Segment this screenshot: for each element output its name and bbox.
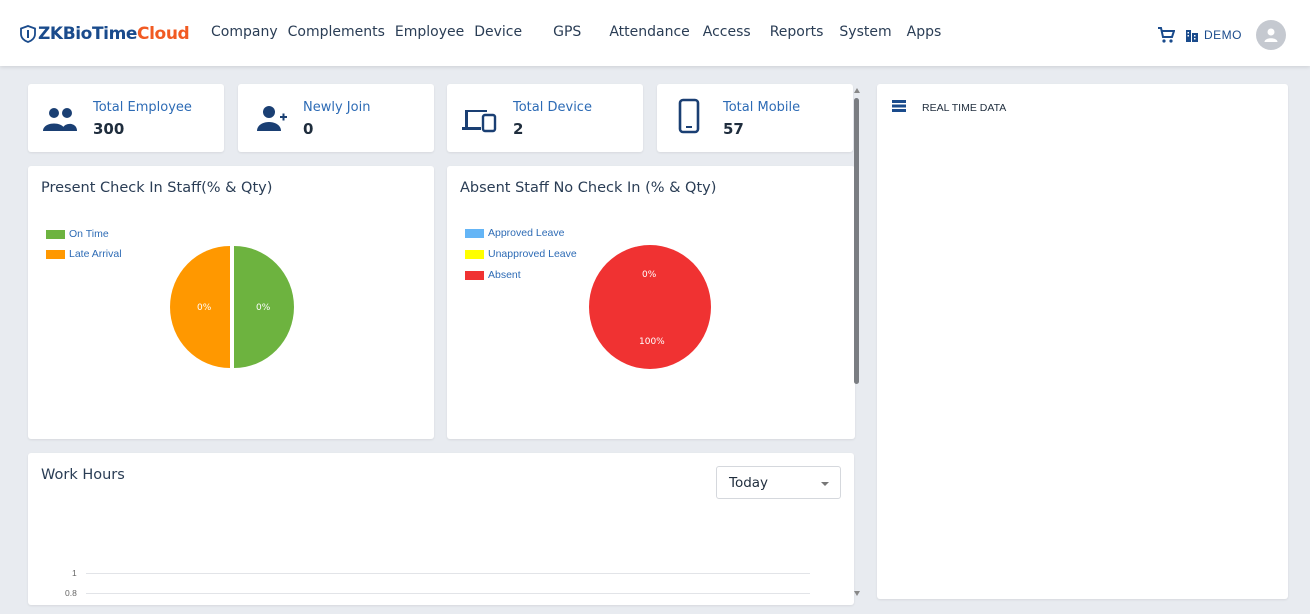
stat-value: 300 [93, 120, 125, 138]
legend-item-approved-leave[interactable]: Approved Leave [465, 227, 564, 239]
list-icon [892, 100, 906, 112]
legend-label: Absent [488, 269, 521, 281]
legend-label: On Time [69, 228, 109, 240]
panel-title: Present Check In Staff(% & Qty) [41, 180, 273, 196]
scrollbar-thumb[interactable] [854, 98, 859, 384]
scroll-down-icon[interactable] [854, 591, 860, 596]
legend-item-late-arrival[interactable]: Late Arrival [46, 248, 122, 260]
header-tools: DEMO [1157, 20, 1286, 50]
absent-staff-panel: Absent Staff No Check In (% & Qty) Appro… [447, 166, 855, 439]
legend-swatch [46, 249, 65, 259]
present-pie-chart: 0% 0% [170, 246, 294, 368]
stat-card-total-employee[interactable]: Total Employee 300 [28, 84, 224, 152]
nav-attendance[interactable]: Attendance [609, 24, 689, 40]
user-avatar-icon[interactable] [1256, 20, 1286, 50]
brand-name-1: ZKBio [38, 24, 92, 44]
nav-apps[interactable]: Apps [907, 24, 942, 40]
company-label[interactable]: DEMO [1204, 28, 1242, 42]
stat-label: Total Employee [93, 100, 192, 115]
nav-access[interactable]: Access [703, 24, 751, 40]
period-select[interactable]: Today [716, 466, 841, 499]
cart-icon[interactable] [1157, 26, 1175, 44]
content-scrollbar[interactable] [851, 84, 863, 600]
stat-label: Total Device [513, 100, 592, 115]
people-icon [43, 108, 77, 131]
stat-card-total-device[interactable]: Total Device 2 [447, 84, 643, 152]
shield-logo-icon [20, 25, 36, 43]
panel-title: REAL TIME DATA [922, 102, 1007, 114]
period-select-value: Today [729, 475, 769, 491]
absent-pie-chart: 0% 100% [589, 245, 711, 369]
stat-label: Newly Join [303, 100, 371, 115]
legend-swatch [465, 228, 484, 238]
stat-value: 57 [723, 120, 744, 138]
scroll-up-icon[interactable] [854, 88, 860, 93]
top-navbar: ZKBio Time Cloud Company Complements Emp… [0, 0, 1310, 66]
y-tick: 1 [72, 568, 77, 578]
devices-icon [462, 110, 497, 133]
legend-item-unapproved-leave[interactable]: Unapproved Leave [465, 248, 577, 260]
realtime-data-panel: REAL TIME DATA [877, 84, 1288, 599]
present-checkin-panel: Present Check In Staff(% & Qty) On Time … [28, 166, 434, 439]
stat-value: 0 [303, 120, 314, 138]
mobile-icon [678, 98, 700, 134]
pie-label-leave: 0% [642, 270, 657, 280]
building-icon[interactable] [1185, 28, 1199, 42]
legend-item-on-time[interactable]: On Time [46, 228, 109, 240]
nav-employee[interactable]: Employee [395, 24, 464, 40]
legend-swatch [465, 270, 484, 280]
brand-name-3: Cloud [137, 24, 190, 44]
pie-label-on-time: 0% [256, 303, 271, 313]
legend-label: Approved Leave [488, 227, 565, 239]
legend-swatch [465, 249, 484, 259]
pie-label-absent: 100% [639, 337, 665, 347]
legend-label: Unapproved Leave [488, 248, 577, 260]
legend-swatch [46, 229, 65, 239]
main-nav: Company Complements Employee Device GPS … [211, 24, 941, 40]
nav-company[interactable]: Company [211, 24, 278, 40]
panel-title: Absent Staff No Check In (% & Qty) [460, 180, 717, 196]
nav-system[interactable]: System [839, 24, 891, 40]
person-icon [1264, 28, 1278, 42]
pie-label-late-arrival: 0% [197, 303, 212, 313]
legend-item-absent[interactable]: Absent [465, 269, 521, 281]
y-tick: 0.8 [65, 588, 77, 598]
stat-label: Total Mobile [723, 100, 801, 115]
gridline [86, 573, 810, 574]
nav-gps[interactable]: GPS [553, 24, 581, 40]
pie-slice-absent[interactable] [589, 245, 711, 369]
brand-name-2: Time [91, 24, 138, 44]
brand-logo[interactable]: ZKBio Time Cloud [20, 22, 190, 46]
legend-label: Late Arrival [69, 248, 122, 260]
gridline [86, 593, 810, 594]
nav-device[interactable]: Device [474, 24, 522, 40]
nav-reports[interactable]: Reports [770, 24, 824, 40]
panel-title: Work Hours [41, 467, 125, 483]
stat-value: 2 [513, 120, 524, 138]
user-plus-icon [257, 106, 287, 131]
nav-complements[interactable]: Complements [288, 24, 385, 40]
chevron-down-icon [821, 482, 829, 486]
stat-card-total-mobile[interactable]: Total Mobile 57 [657, 84, 853, 152]
stat-card-newly-join[interactable]: Newly Join 0 [238, 84, 434, 152]
